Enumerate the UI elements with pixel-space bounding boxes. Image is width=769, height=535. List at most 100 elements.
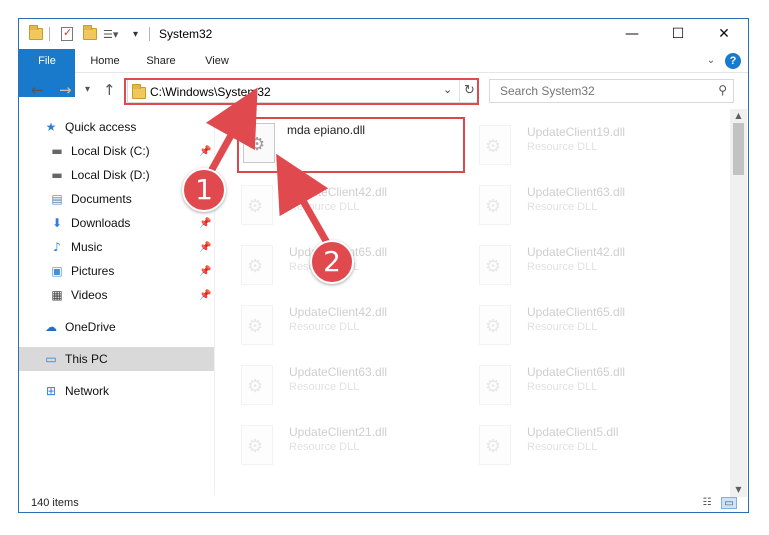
address-dropdown-icon[interactable]: ⌄	[443, 83, 452, 96]
file-item-highlighted[interactable]: ⚙ mda epiano.dll	[237, 117, 465, 173]
file-type: Resource DLL	[527, 441, 598, 453]
search-box[interactable]: ⚲	[489, 79, 734, 103]
nav-item-onedrive[interactable]: ☁ OneDrive	[19, 315, 214, 339]
file-name: UpdateClient21.dll	[289, 425, 388, 439]
scrollbar-thumb[interactable]	[733, 123, 744, 175]
file-name: UpdateClient63.dll	[527, 185, 626, 199]
pin-icon[interactable]: 📌	[199, 290, 211, 301]
file-type: Resource DLL	[289, 201, 360, 213]
nav-item-local-disk-c[interactable]: ▬ Local Disk (C:) 📌	[19, 139, 214, 163]
nav-item-pictures[interactable]: ▣ Pictures 📌	[19, 259, 214, 283]
up-arrow-icon[interactable]: ↑	[103, 81, 116, 99]
folder-icon	[29, 25, 43, 43]
file-name: UpdateClient42.dll	[527, 245, 626, 259]
file-item[interactable]: ⚙ UpdateClient63.dll Resource DLL	[479, 181, 709, 229]
address-path: C:\Windows\System32	[150, 85, 271, 99]
nav-item-label: Quick access	[65, 120, 137, 134]
nav-item-local-disk-d[interactable]: ▬ Local Disk (D:)	[19, 163, 214, 187]
pictures-icon: ▣	[51, 264, 63, 278]
star-icon: ★	[45, 120, 57, 134]
pin-icon[interactable]: 📌	[199, 218, 211, 229]
file-item[interactable]: ⚙ UpdateClient42.dll Resource DLL	[241, 301, 471, 349]
dll-file-icon: ⚙	[241, 245, 273, 285]
file-item[interactable]: ⚙ UpdateClient65.dll Resource DLL	[479, 301, 709, 349]
search-input[interactable]	[490, 80, 710, 102]
dll-file-icon: ⚙	[479, 245, 511, 285]
file-item[interactable]: ⚙ UpdateClient65.dll Resource DLL	[241, 241, 471, 289]
navigation-pane: ★ Quick access ▬ Local Disk (C:) 📌 ▬ Loc…	[19, 115, 215, 495]
nav-item-label: Videos	[71, 288, 108, 302]
nav-item-label: Network	[65, 384, 110, 398]
nav-item-label: Documents	[71, 192, 132, 206]
large-icons-view-icon[interactable]: ▭	[721, 497, 737, 509]
file-item[interactable]: ⚙ UpdateClient42.dll Resource DLL	[241, 181, 471, 229]
file-type: Resource DLL	[527, 141, 598, 153]
nav-item-label: Music	[71, 240, 103, 254]
navigation-bar: ← → ▾ ↑ C:\Windows\System32 ⌄ ↻ ⚲	[19, 75, 748, 107]
refresh-icon[interactable]: ↻	[459, 80, 479, 102]
dll-file-icon: ⚙	[479, 425, 511, 465]
file-item[interactable]: ⚙ UpdateClient19.dll Resource DLL	[479, 121, 709, 169]
file-item[interactable]: ⚙ UpdateClient21.dll Resource DLL	[241, 421, 471, 469]
nav-item-documents[interactable]: ▤ Documents 📌	[19, 187, 214, 211]
dll-file-icon: ⚙	[241, 425, 273, 465]
vertical-scrollbar[interactable]: ▲ ▼	[730, 109, 747, 497]
file-type: Resource DLL	[527, 381, 598, 393]
nav-item-quick-access[interactable]: ★ Quick access	[19, 115, 214, 139]
nav-item-music[interactable]: ♪ Music 📌	[19, 235, 214, 259]
documents-icon: ▤	[51, 192, 63, 206]
nav-item-label: Downloads	[71, 216, 131, 230]
maximize-button[interactable]: ☐	[655, 19, 701, 49]
nav-item-downloads[interactable]: ⬇ Downloads 📌	[19, 211, 214, 235]
pin-icon[interactable]: 📌	[199, 266, 211, 277]
file-item[interactable]: ⚙ UpdateClient65.dll Resource DLL	[479, 361, 709, 409]
nav-item-label: Local Disk (D:)	[71, 168, 150, 182]
nav-item-network[interactable]: ⊞ Network	[19, 379, 214, 403]
scroll-up-icon[interactable]: ▲	[730, 109, 747, 123]
file-explorer-window: ☰▾ ▾ System32 — ☐ ✕ File Home Share View…	[18, 18, 749, 513]
search-icon[interactable]: ⚲	[718, 83, 727, 97]
properties-icon[interactable]	[61, 25, 73, 43]
file-item[interactable]: ⚙ UpdateClient63.dll Resource DLL	[241, 361, 471, 409]
dropdown-arrow-icon[interactable]: ▾	[133, 25, 138, 43]
address-bar[interactable]: C:\Windows\System32 ⌄ ↻	[127, 79, 479, 103]
details-view-icon[interactable]: ☷	[699, 497, 715, 509]
file-item[interactable]: ⚙ UpdateClient5.dll Resource DLL	[479, 421, 709, 469]
status-bar: 140 items ☷ ▭	[19, 495, 748, 512]
file-name: UpdateClient63.dll	[289, 365, 388, 379]
pin-icon[interactable]: 📌	[199, 242, 211, 253]
tab-view[interactable]: View	[191, 49, 243, 73]
dll-file-icon: ⚙	[241, 185, 273, 225]
file-name: UpdateClient19.dll	[527, 125, 626, 139]
dll-file-icon: ⚙	[241, 365, 273, 405]
file-name: UpdateClient65.dll	[527, 365, 626, 379]
dll-file-icon: ⚙	[243, 123, 275, 163]
recent-locations-icon[interactable]: ▾	[85, 84, 90, 95]
item-count: 140 items	[31, 497, 79, 509]
videos-icon: ▦	[51, 288, 63, 302]
dll-file-icon: ⚙	[479, 125, 511, 165]
tab-home[interactable]: Home	[79, 49, 131, 73]
tab-share[interactable]: Share	[135, 49, 187, 73]
back-arrow-icon[interactable]: ←	[31, 81, 44, 99]
nav-item-this-pc[interactable]: ▭ This PC	[19, 347, 214, 371]
pin-icon[interactable]: 📌	[199, 146, 211, 157]
drive-icon: ▬	[51, 168, 63, 182]
folder-icon	[132, 84, 146, 99]
ribbon-tabs: File Home Share View ⌄ ?	[19, 49, 748, 97]
window-title: System32	[159, 27, 213, 41]
close-button[interactable]: ✕	[701, 19, 747, 49]
expand-ribbon-icon[interactable]: ⌄	[703, 49, 719, 73]
new-folder-icon[interactable]	[83, 25, 97, 43]
help-icon[interactable]: ?	[725, 53, 741, 69]
file-type: Resource DLL	[527, 261, 598, 273]
customize-qat-icon[interactable]: ☰▾	[103, 25, 118, 43]
separator	[49, 25, 50, 43]
forward-arrow-icon[interactable]: →	[59, 81, 72, 99]
minimize-button[interactable]: —	[609, 19, 655, 49]
file-item[interactable]: ⚙ UpdateClient42.dll Resource DLL	[479, 241, 709, 289]
nav-item-label: This PC	[65, 352, 108, 366]
nav-item-videos[interactable]: ▦ Videos 📌	[19, 283, 214, 307]
pin-icon[interactable]: 📌	[199, 194, 211, 205]
dll-file-icon: ⚙	[479, 185, 511, 225]
